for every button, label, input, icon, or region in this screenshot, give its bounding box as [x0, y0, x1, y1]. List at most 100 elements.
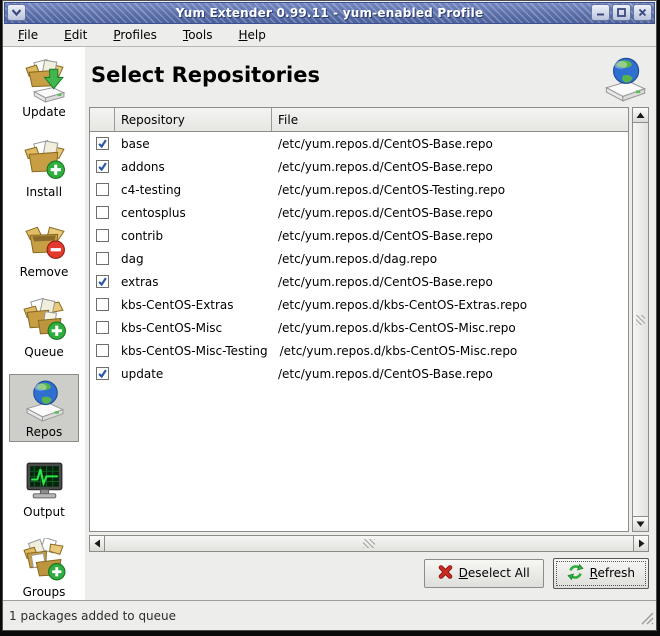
repo-checkbox-cell	[90, 367, 115, 380]
repo-checkbox[interactable]	[96, 321, 109, 334]
maximize-button[interactable]	[612, 4, 631, 21]
sidebar-label-update: Update	[22, 105, 65, 119]
repositories-table: Repository File	[89, 107, 629, 532]
column-header-file[interactable]: File	[272, 108, 628, 131]
repo-name: kbs-CentOS-Misc	[115, 321, 272, 335]
body: Update Install	[3, 47, 656, 600]
horizontal-scrollbar-thumb[interactable]	[105, 535, 633, 552]
scroll-left-button[interactable]	[89, 535, 105, 552]
checkmark-icon	[97, 368, 108, 379]
horizontal-scrollbar[interactable]	[89, 535, 649, 552]
repo-checkbox[interactable]	[96, 367, 109, 380]
output-icon	[22, 458, 67, 503]
checkmark-icon	[97, 161, 108, 172]
repo-file: /etc/yum.repos.d/dag.repo	[272, 252, 628, 266]
scroll-down-button[interactable]	[632, 516, 649, 532]
table-row[interactable]: kbs-CentOS-Misc /etc/yum.repos.d/kbs-Cen…	[90, 316, 628, 339]
sidebar-item-queue[interactable]: Queue	[9, 294, 79, 362]
repo-checkbox[interactable]	[96, 298, 109, 311]
titlebar[interactable]: Yum Extender 0.99.11 - yum-enabled Profi…	[4, 2, 655, 24]
refresh-button[interactable]: Refresh	[553, 558, 649, 589]
repo-checkbox-cell	[90, 137, 115, 150]
menu-file[interactable]: File	[10, 26, 46, 44]
sidebar-item-update[interactable]: Update	[9, 54, 79, 122]
column-header-checkbox[interactable]	[90, 108, 115, 131]
window-title: Yum Extender 0.99.11 - yum-enabled Profi…	[176, 6, 484, 20]
repo-checkbox[interactable]	[96, 229, 109, 242]
sidebar-label-queue: Queue	[24, 345, 63, 359]
table-row[interactable]: update /etc/yum.repos.d/CentOS-Base.repo	[90, 362, 628, 385]
repo-file: /etc/yum.repos.d/kbs-CentOS-Extras.repo	[272, 298, 628, 312]
table-row[interactable]: kbs-CentOS-Extras /etc/yum.repos.d/kbs-C…	[90, 293, 628, 316]
deselect-all-button[interactable]: Deselect All	[424, 559, 544, 588]
menu-help[interactable]: Help	[231, 26, 274, 44]
repo-name: addons	[115, 160, 272, 174]
repo-checkbox-cell	[90, 344, 115, 357]
table-row[interactable]: kbs-CentOS-Misc-Testing /etc/yum.repos.d…	[90, 339, 628, 362]
thumb-grip	[363, 539, 375, 548]
remove-icon	[22, 218, 67, 263]
sidebar: Update Install	[3, 47, 85, 600]
sidebar-item-output[interactable]: Output	[9, 454, 79, 522]
sidebar-item-remove[interactable]: Remove	[9, 214, 79, 282]
table-row[interactable]: centosplus /etc/yum.repos.d/CentOS-Base.…	[90, 201, 628, 224]
update-icon	[22, 58, 67, 103]
repo-checkbox-cell	[90, 160, 115, 173]
table-row[interactable]: c4-testing /etc/yum.repos.d/CentOS-Testi…	[90, 178, 628, 201]
table-row[interactable]: dag /etc/yum.repos.d/dag.repo	[90, 247, 628, 270]
table-row[interactable]: extras /etc/yum.repos.d/CentOS-Base.repo	[90, 270, 628, 293]
red-x-icon	[438, 565, 453, 582]
arrow-left-icon	[94, 539, 101, 548]
menu-profiles[interactable]: Profiles	[105, 26, 165, 44]
arrow-down-icon	[636, 521, 645, 528]
sidebar-label-remove: Remove	[20, 265, 69, 279]
repo-checkbox[interactable]	[96, 137, 109, 150]
repo-checkbox-cell	[90, 252, 115, 265]
main-panel: Select Repositories	[85, 47, 656, 600]
table-row[interactable]: addons /etc/yum.repos.d/CentOS-Base.repo	[90, 155, 628, 178]
repo-checkbox-cell	[90, 298, 115, 311]
repo-checkbox[interactable]	[96, 275, 109, 288]
groups-icon	[22, 538, 67, 583]
window-menu-button[interactable]	[7, 4, 26, 21]
menu-edit[interactable]: Edit	[56, 26, 95, 44]
repo-name: contrib	[115, 229, 272, 243]
table-header: Repository File	[90, 108, 628, 132]
sidebar-item-groups[interactable]: Groups	[9, 534, 79, 602]
install-icon	[22, 138, 67, 183]
globe-on-drive-icon	[601, 55, 649, 103]
resize-grip-icon[interactable]	[639, 610, 654, 628]
refresh-icon	[567, 564, 584, 583]
scroll-right-button[interactable]	[633, 535, 649, 552]
repo-checkbox[interactable]	[96, 160, 109, 173]
status-text: 1 packages added to queue	[9, 609, 176, 623]
table-row[interactable]: contrib /etc/yum.repos.d/CentOS-Base.rep…	[90, 224, 628, 247]
column-header-repository[interactable]: Repository	[115, 108, 272, 131]
vertical-scrollbar-thumb[interactable]	[632, 123, 649, 516]
chevron-down-icon	[11, 8, 22, 17]
queue-icon	[22, 298, 67, 343]
repo-checkbox[interactable]	[96, 206, 109, 219]
table-body: base /etc/yum.repos.d/CentOS-Base.repo	[90, 132, 628, 531]
scroll-up-button[interactable]	[632, 107, 649, 123]
sidebar-label-install: Install	[26, 185, 62, 199]
repo-checkbox[interactable]	[96, 252, 109, 265]
repo-name: dag	[115, 252, 272, 266]
minimize-button[interactable]	[591, 4, 610, 21]
deselect-all-label: Deselect All	[459, 566, 530, 580]
repo-checkbox-cell	[90, 275, 115, 288]
repo-file: /etc/yum.repos.d/CentOS-Base.repo	[272, 137, 628, 151]
repo-checkbox[interactable]	[96, 183, 109, 196]
close-button[interactable]	[633, 4, 652, 21]
sidebar-item-repos[interactable]: Repos	[9, 374, 79, 442]
vertical-scrollbar[interactable]	[632, 107, 649, 532]
repo-checkbox[interactable]	[96, 344, 109, 357]
repo-name: update	[115, 367, 272, 381]
sidebar-label-groups: Groups	[23, 585, 66, 599]
table-area: Repository File	[89, 107, 649, 532]
sidebar-item-install[interactable]: Install	[9, 134, 79, 202]
menu-tools[interactable]: Tools	[175, 26, 221, 44]
main-header: Select Repositories	[89, 47, 649, 107]
table-row[interactable]: base /etc/yum.repos.d/CentOS-Base.repo	[90, 132, 628, 155]
screen: Yum Extender 0.99.11 - yum-enabled Profi…	[0, 0, 660, 636]
